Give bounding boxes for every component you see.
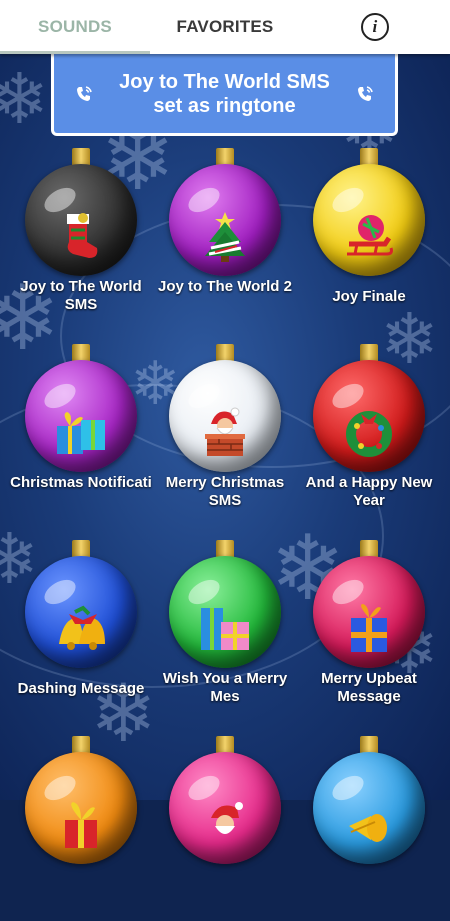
ornament-ball <box>313 556 425 668</box>
ornament-ball <box>169 752 281 864</box>
info-button[interactable]: i <box>300 0 450 54</box>
ornament-ball <box>169 360 281 472</box>
tab-sounds[interactable]: SOUNDS <box>0 0 150 54</box>
tab-favorites[interactable]: FAVORITES <box>150 0 300 54</box>
sound-item[interactable] <box>294 726 444 921</box>
sound-item[interactable]: Merry Christmas SMS <box>150 334 300 529</box>
ornament-ball <box>25 164 137 276</box>
info-icon: i <box>361 13 389 41</box>
ornament-button[interactable] <box>25 540 137 668</box>
ornament-ball <box>169 556 281 668</box>
sound-label: Dashing Message <box>17 680 145 697</box>
gift-bow-icon <box>53 796 109 852</box>
sleigh-icon <box>341 208 397 264</box>
sound-item[interactable]: Dashing Message <box>6 530 156 725</box>
santa-chimney-icon <box>197 404 253 460</box>
ornament-button[interactable] <box>169 540 281 668</box>
ornament-button[interactable] <box>25 148 137 276</box>
sound-label: Joy Finale <box>332 288 406 305</box>
wreath-icon <box>341 404 397 460</box>
stocking-icon <box>53 208 109 264</box>
sound-label: Christmas Notificati <box>10 474 152 491</box>
ringtone-banner[interactable]: Joy to The World SMS set as ringtone <box>51 54 398 136</box>
ornament-button[interactable] <box>313 344 425 472</box>
gifts-icon <box>53 404 109 460</box>
banner-title: Joy to The World SMS set as ringtone <box>119 70 330 118</box>
phone-ring-icon <box>74 84 94 104</box>
sound-item[interactable]: Joy to The World SMS <box>6 138 156 333</box>
banner-line-1: Joy to The World SMS <box>119 70 330 93</box>
ornament-ball <box>313 164 425 276</box>
sound-item[interactable]: Joy Finale <box>294 138 444 333</box>
ornament-ball <box>313 360 425 472</box>
sound-item[interactable]: Merry Upbeat Message <box>294 530 444 725</box>
ornament-button[interactable] <box>169 148 281 276</box>
sound-item[interactable]: And a Happy New Year <box>294 334 444 529</box>
sound-label: Merry Christmas SMS <box>165 474 285 509</box>
gift-box-icon <box>341 600 397 656</box>
ornament-ball <box>25 556 137 668</box>
sound-item[interactable]: Wish You a Merry Mes <box>150 530 300 725</box>
ornament-ball <box>25 360 137 472</box>
christmas-tree-icon <box>197 208 253 264</box>
sound-item[interactable]: Christmas Notificati <box>6 334 156 529</box>
santa-icon <box>197 796 253 852</box>
sound-label: Merry Upbeat Message <box>321 670 417 705</box>
sound-item[interactable] <box>6 726 156 921</box>
ornament-button[interactable] <box>313 736 425 864</box>
ornament-ball <box>25 752 137 864</box>
ornament-ball <box>313 752 425 864</box>
ornament-button[interactable] <box>169 344 281 472</box>
bells-icon <box>53 600 109 656</box>
phone-ring-icon <box>355 84 375 104</box>
ornament-button[interactable] <box>25 344 137 472</box>
horn-icon <box>341 796 397 852</box>
sound-item[interactable]: Joy to The World 2 <box>150 138 300 333</box>
sound-label: Joy to The World SMS <box>20 278 142 313</box>
ornament-button[interactable] <box>313 540 425 668</box>
top-tab-bar: SOUNDS FAVORITES i <box>0 0 450 54</box>
ornament-button[interactable] <box>169 736 281 864</box>
ornament-button[interactable] <box>25 736 137 864</box>
sound-label: Joy to The World 2 <box>158 278 292 295</box>
presents-icon <box>197 600 253 656</box>
ornament-button[interactable] <box>313 148 425 276</box>
sound-item[interactable] <box>150 726 300 921</box>
ornament-ball <box>169 164 281 276</box>
banner-line-2: set as ringtone <box>153 94 296 117</box>
sound-label: Wish You a Merry Mes <box>162 670 288 705</box>
sound-label: And a Happy New Year <box>305 474 433 509</box>
